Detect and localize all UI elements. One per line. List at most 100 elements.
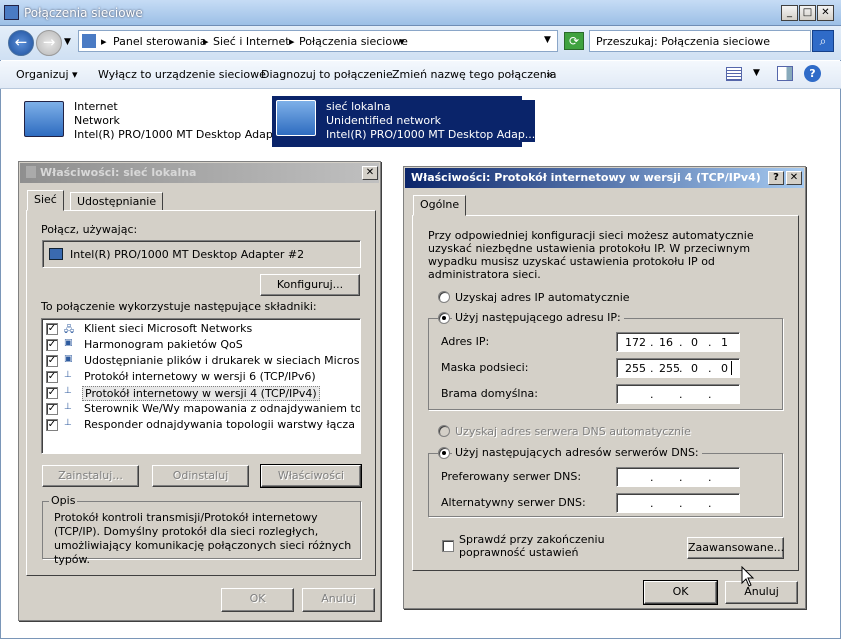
- preferred-dns-label: Preferowany serwer DNS:: [441, 470, 582, 483]
- description-text: Protokół kontroli transmisji/Protokół in…: [54, 511, 352, 566]
- component-checkbox[interactable]: ✓: [46, 387, 58, 399]
- advanced-button[interactable]: Zaawansowane...: [687, 537, 784, 559]
- breadcrumb-panel[interactable]: Panel sterowania: [113, 35, 207, 48]
- alternate-dns-label: Alternatywny serwer DNS:: [441, 496, 586, 509]
- component-checkbox[interactable]: ✓: [46, 339, 58, 351]
- cancel-button[interactable]: Anuluj: [302, 588, 375, 612]
- dialog-icon: [26, 166, 36, 178]
- network-adapter-icon: [276, 100, 316, 136]
- subnet-mask-field[interactable]: 255. 255. 0. 0: [616, 358, 740, 378]
- help-icon[interactable]: ?: [804, 65, 821, 82]
- dialog-close-button[interactable]: ✕: [786, 171, 802, 185]
- manual-dns-radio[interactable]: [438, 447, 450, 459]
- ip-dot: .: [679, 388, 683, 401]
- validate-label[interactable]: Sprawdź przy zakończeniu poprawność usta…: [459, 533, 669, 559]
- organize-menu[interactable]: Organizuj ▾: [16, 68, 78, 81]
- component-checkbox[interactable]: ✓: [46, 371, 58, 383]
- ip-dot: .: [679, 471, 683, 484]
- disable-device-button[interactable]: Wyłącz to urządzenie sieciowe: [98, 68, 266, 81]
- close-button[interactable]: ✕: [817, 5, 834, 21]
- diagnose-button[interactable]: Diagnozuj to połączenie: [261, 68, 393, 81]
- validate-checkbox[interactable]: [442, 540, 454, 552]
- connection-name: Internet: [74, 100, 118, 113]
- ip-dot: .: [650, 497, 654, 510]
- ok-button[interactable]: OK: [643, 580, 718, 605]
- manual-ip-radio[interactable]: [438, 312, 450, 324]
- more-commands-button[interactable]: »: [546, 68, 553, 81]
- preview-pane-icon[interactable]: [777, 66, 793, 81]
- properties-button[interactable]: Właściwości: [260, 464, 362, 488]
- ip-address-field[interactable]: 172. 16. 0. 1: [616, 332, 740, 352]
- breadcrumb-dropdown-icon[interactable]: ▾: [399, 35, 405, 48]
- components-list[interactable]: ✓ 🖧 Klient sieci Microsoft Networks ✓ ▣ Harm…: [41, 318, 361, 454]
- tab-network[interactable]: Sieć: [27, 190, 64, 211]
- component-checkbox[interactable]: ✓: [46, 323, 58, 335]
- rename-button[interactable]: Zmień nazwę tego połączenia: [392, 68, 557, 81]
- component-checkbox[interactable]: ✓: [46, 419, 58, 431]
- refresh-button[interactable]: ⟳: [564, 32, 584, 50]
- cancel-button[interactable]: Anuluj: [725, 581, 798, 604]
- component-checkbox[interactable]: ✓: [46, 403, 58, 415]
- auto-dns-label[interactable]: Uzyskaj adres serwera DNS automatycznie: [455, 425, 691, 438]
- connection-item-internet[interactable]: Internet Network Intel(R) PRO/1000 MT De…: [20, 97, 283, 147]
- mouse-cursor-icon: [741, 566, 755, 587]
- manual-dns-label[interactable]: Użyj następujących adresów serwerów DNS:: [452, 446, 702, 459]
- tab-sharing[interactable]: Udostępnianie: [70, 192, 164, 211]
- gateway-field[interactable]: ...: [616, 384, 740, 404]
- uninstall-button[interactable]: Odinstaluj: [152, 465, 249, 487]
- ip-dot: .: [708, 497, 712, 510]
- ok-button[interactable]: OK: [221, 588, 294, 612]
- address-bar[interactable]: ▸ Panel sterowania ▸ Sieć i Internet ▸ P…: [78, 30, 558, 52]
- configure-button[interactable]: Konfiguruj...: [260, 274, 360, 296]
- help-button[interactable]: ?: [768, 171, 784, 185]
- forward-button[interactable]: →: [36, 30, 62, 56]
- connection-item-local[interactable]: sieć lokalna Unidentified network Intel(…: [272, 96, 536, 147]
- breadcrumb-network[interactable]: Sieć i Internet: [213, 35, 290, 48]
- protocol-icon: ⊥: [64, 386, 72, 396]
- dialog-close-button[interactable]: ✕: [362, 166, 378, 180]
- views-icon[interactable]: [726, 67, 742, 81]
- maximize-button[interactable]: □: [799, 5, 816, 21]
- subnet-mask-label: Maska podsieci:: [441, 361, 529, 374]
- protocol-icon: ⊥: [64, 418, 72, 428]
- mask-octet-2: 255: [659, 362, 680, 375]
- search-input[interactable]: Przeszukaj: Połączenia sieciowe: [589, 30, 811, 52]
- scheduler-icon: ▣: [64, 338, 73, 348]
- minimize-button[interactable]: _: [781, 5, 798, 21]
- component-checkbox[interactable]: ✓: [46, 355, 58, 367]
- breadcrumb-connections[interactable]: Połączenia sieciowe: [299, 35, 408, 48]
- manual-ip-label[interactable]: Użyj następującego adresu IP:: [452, 311, 624, 324]
- alternate-dns-field[interactable]: ...: [616, 493, 740, 513]
- breadcrumb-sep-icon[interactable]: ▸: [101, 35, 107, 48]
- component-label: Protokół internetowy w wersji 4 (TCP/IPv…: [82, 386, 320, 401]
- breadcrumb-sep-icon[interactable]: ▸: [203, 35, 209, 48]
- history-dropdown-icon[interactable]: ▼: [64, 37, 71, 47]
- dialog-title-bar[interactable]: Właściwości: Protokół internetowy w wers…: [405, 168, 804, 188]
- preferred-dns-field[interactable]: ...: [616, 467, 740, 487]
- adapter-icon: [49, 248, 63, 260]
- text-cursor: [731, 361, 732, 375]
- back-button[interactable]: ←: [8, 30, 34, 56]
- ip-dot: .: [650, 362, 654, 375]
- gateway-label: Brama domyślna:: [441, 387, 538, 400]
- component-label: Klient sieci Microsoft Networks: [84, 322, 253, 335]
- ip-dot: .: [708, 362, 712, 375]
- component-label: Sterownik We/Wy mapowania z odnajdywanie…: [84, 402, 361, 415]
- sharing-icon: ▣: [64, 354, 73, 364]
- auto-ip-label[interactable]: Uzyskaj adres IP automatycznie: [455, 291, 630, 304]
- ip-dot: .: [650, 336, 654, 349]
- views-dropdown-icon[interactable]: ▼: [753, 68, 760, 78]
- component-label: Protokół internetowy w wersji 6 (TCP/IPv…: [84, 370, 316, 383]
- search-icon[interactable]: ⌕: [812, 30, 834, 52]
- connection-adapter: Intel(R) PRO/1000 MT Desktop Adap...: [74, 128, 284, 141]
- breadcrumb-sep-icon[interactable]: ▸: [289, 35, 295, 48]
- tab-general[interactable]: Ogólne: [413, 195, 467, 216]
- dialog-title-bar[interactable]: Właściwości: sieć lokalna: [20, 163, 379, 183]
- install-button[interactable]: Zainstaluj...: [42, 465, 139, 487]
- auto-dns-radio[interactable]: [438, 425, 450, 437]
- description-title: Opis: [49, 494, 78, 507]
- address-dropdown-icon[interactable]: ▼: [544, 35, 551, 45]
- auto-ip-radio[interactable]: [438, 291, 450, 303]
- connection-name: sieć lokalna: [326, 100, 391, 113]
- folder-icon: [82, 34, 96, 48]
